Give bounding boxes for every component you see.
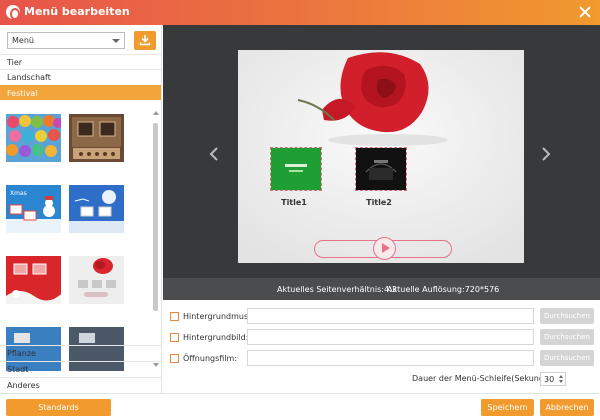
title1-image bbox=[271, 148, 321, 190]
image-label: Hintergrundbild: bbox=[183, 333, 249, 342]
image-path-input[interactable] bbox=[247, 329, 534, 345]
play-bar[interactable] bbox=[314, 237, 452, 260]
rose-image bbox=[69, 256, 124, 304]
template-thumb-rose[interactable] bbox=[69, 256, 124, 304]
template-thumb-christmas-red[interactable] bbox=[6, 256, 61, 304]
opening-path-input[interactable] bbox=[247, 350, 534, 366]
brown-frames-image bbox=[69, 114, 124, 162]
template-thumb-christmas-blue[interactable]: Xmas bbox=[6, 185, 61, 233]
christmas-red-image bbox=[6, 256, 61, 304]
svg-text:Xmas: Xmas bbox=[10, 190, 27, 197]
reset-defaults-button[interactable]: Standards wiederherstellen bbox=[6, 399, 111, 416]
template-sidebar: Menü Tier Landschaft Festival Xmas Pflan… bbox=[0, 25, 162, 393]
category-pflanze[interactable]: Pflanze bbox=[0, 345, 161, 360]
christmas-blue-image: Xmas bbox=[6, 185, 61, 233]
download-icon bbox=[139, 35, 151, 46]
aspect-ratio-text: Aktuelles Seitenverhältnis:4:3 bbox=[277, 285, 397, 294]
music-browse-button[interactable]: Durchsuchen bbox=[540, 308, 594, 324]
category-landschaft[interactable]: Landschaft bbox=[0, 69, 161, 84]
category-stadt[interactable]: Stadt bbox=[0, 361, 161, 376]
chevron-right-icon[interactable] bbox=[541, 147, 551, 161]
chevron-down-icon bbox=[112, 39, 120, 43]
category-anderes[interactable]: Anderes bbox=[0, 377, 161, 392]
app-logo-icon bbox=[6, 5, 20, 20]
step-up-icon[interactable] bbox=[559, 375, 563, 378]
step-down-icon[interactable] bbox=[559, 380, 563, 383]
opening-browse-button[interactable]: Durchsuchen bbox=[540, 350, 594, 366]
thumbnails-scrollbar[interactable] bbox=[152, 111, 159, 367]
menu-settings: Hintergrundmusik: Durchsuchen Hintergrun… bbox=[163, 300, 600, 393]
preview-stage: Title1 Title2 bbox=[238, 50, 524, 263]
save-button[interactable]: Speichern bbox=[481, 399, 534, 416]
loop-duration-value: 30 bbox=[544, 375, 555, 384]
opening-checkbox[interactable] bbox=[170, 354, 179, 363]
play-icon[interactable] bbox=[373, 237, 396, 260]
title2-thumbnail[interactable] bbox=[355, 147, 407, 191]
preview-info-bar: Aktuelles Seitenverhältnis:4:3 Aktuelle … bbox=[163, 278, 600, 300]
image-checkbox[interactable] bbox=[170, 333, 179, 342]
christmas-night-image bbox=[69, 185, 124, 233]
loop-duration-label: Dauer der Menü-Schleife(Sekunde): bbox=[412, 374, 555, 383]
music-checkbox[interactable] bbox=[170, 312, 179, 321]
menu-preview: Title1 Title2 bbox=[163, 25, 600, 278]
title1-thumbnail[interactable] bbox=[270, 147, 322, 191]
template-thumb-christmas-night[interactable] bbox=[69, 185, 124, 233]
resolution-text: Aktuelle Auflösung:720*576 bbox=[387, 285, 500, 294]
template-type-value: Menü bbox=[12, 36, 34, 45]
chevron-left-icon[interactable] bbox=[209, 147, 219, 161]
template-thumb-brown-frames[interactable] bbox=[69, 114, 124, 162]
music-path-input[interactable] bbox=[247, 308, 534, 324]
template-thumbnails: Xmas bbox=[0, 109, 161, 371]
category-festival[interactable]: Festival bbox=[0, 85, 161, 100]
category-tier[interactable]: Tier bbox=[0, 54, 161, 69]
cancel-button[interactable]: Abbrechen bbox=[540, 399, 594, 416]
title2-image bbox=[356, 148, 406, 190]
title2-label: Title2 bbox=[366, 198, 392, 207]
template-type-select[interactable]: Menü bbox=[7, 32, 125, 49]
scroll-thumb[interactable] bbox=[153, 123, 158, 311]
macarons-image bbox=[6, 114, 61, 162]
close-icon[interactable] bbox=[578, 5, 592, 19]
template-thumb-macarons[interactable] bbox=[6, 114, 61, 162]
opening-label: Öffnungsfilm: bbox=[183, 354, 238, 363]
title-bar: Menü bearbeiten bbox=[0, 0, 600, 25]
title1-label: Title1 bbox=[281, 198, 307, 207]
bottom-bar: Standards wiederherstellen Speichern Abb… bbox=[0, 393, 600, 420]
image-browse-button[interactable]: Durchsuchen bbox=[540, 329, 594, 345]
scroll-up-icon[interactable] bbox=[153, 111, 159, 115]
window-title: Menü bearbeiten bbox=[24, 5, 130, 18]
loop-duration-stepper[interactable]: 30 bbox=[540, 372, 566, 386]
download-button[interactable] bbox=[134, 31, 156, 50]
